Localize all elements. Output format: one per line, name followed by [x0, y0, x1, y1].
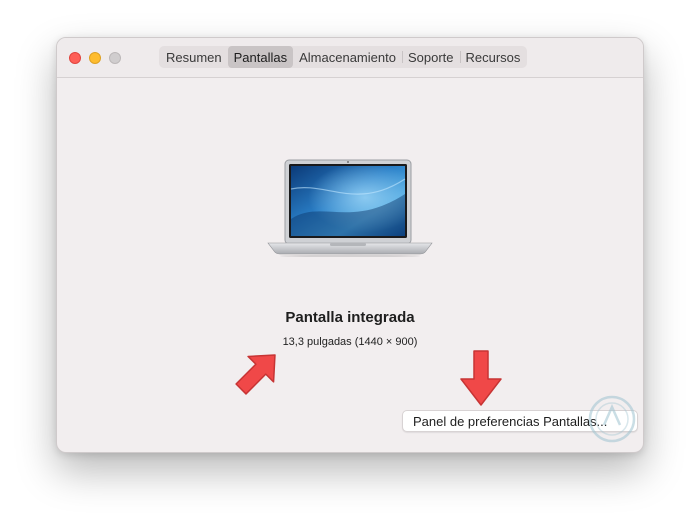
tab-bar: Resumen Pantallas Almacenamiento Soporte… — [159, 46, 528, 68]
tab-almacenamiento[interactable]: Almacenamiento — [293, 46, 402, 68]
tab-pantallas[interactable]: Pantallas — [227, 46, 294, 68]
annotation-arrow-up-right-icon — [235, 354, 276, 395]
tab-soporte[interactable]: Soporte — [401, 46, 460, 68]
tab-resumen[interactable]: Resumen — [160, 46, 228, 68]
title-bar: Resumen Pantallas Almacenamiento Soporte… — [57, 38, 643, 78]
close-button[interactable] — [69, 52, 81, 64]
zoom-button[interactable] — [109, 52, 121, 64]
minimize-button[interactable] — [89, 52, 101, 64]
tab-recursos[interactable]: Recursos — [459, 46, 527, 68]
watermark-logo-icon — [588, 395, 636, 443]
display-size: 13,3 pulgadas (1440 × 900) — [282, 336, 418, 348]
about-this-mac-window: Resumen Pantallas Almacenamiento Soporte… — [56, 37, 644, 453]
macbook-air-icon — [267, 159, 433, 257]
annotation-arrow-down-icon — [460, 350, 502, 406]
display-name: Pantalla integrada — [285, 309, 415, 326]
